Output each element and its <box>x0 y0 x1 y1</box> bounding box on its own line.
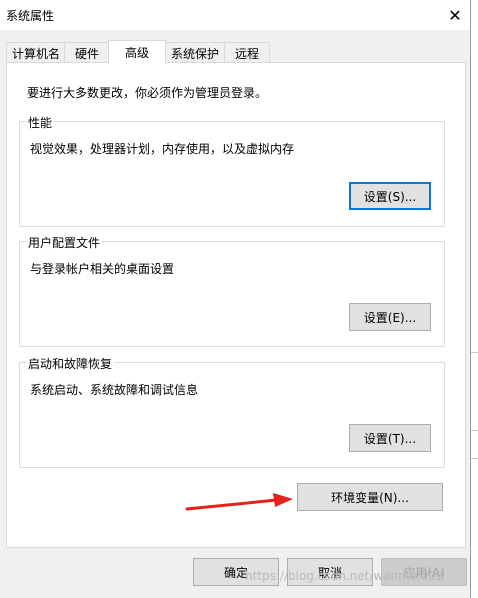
user-profiles-settings-button[interactable]: 设置(E)... <box>349 303 431 331</box>
red-arrow-annotation <box>185 493 293 511</box>
advanced-panel: 要进行大多数更改，你必须作为管理员登录。 性能 视觉效果，处理器计划，内存使用，… <box>6 62 466 548</box>
window-title: 系统属性 <box>6 9 55 23</box>
arrow-head <box>273 493 293 507</box>
watermark-text: https://blog.csdn.net/wanmei002 <box>245 569 444 583</box>
user-profiles-label: 用户配置文件 <box>26 234 103 251</box>
environment-variables-button[interactable]: 环境变量(N)... <box>297 483 443 511</box>
performance-settings-button[interactable]: 设置(S)... <box>349 182 431 210</box>
arrow-shaft <box>185 498 279 511</box>
performance-description: 视觉效果，处理器计划，内存使用，以及虚拟内存 <box>30 142 295 156</box>
user-profiles-group: 用户配置文件 与登录帐户相关的桌面设置 设置(E)... <box>19 234 445 347</box>
startup-recovery-label: 启动和故障恢复 <box>26 355 115 372</box>
tab-remote[interactable]: 远程 <box>224 42 270 63</box>
performance-label: 性能 <box>26 114 55 131</box>
admin-notice: 要进行大多数更改，你必须作为管理员登录。 <box>27 86 268 100</box>
tab-advanced[interactable]: 高级 <box>108 40 166 64</box>
edge-line <box>471 430 478 431</box>
tab-system-protection[interactable]: 系统保护 <box>164 42 226 63</box>
startup-recovery-description: 系统启动、系统故障和调试信息 <box>30 383 199 397</box>
close-icon[interactable]: ✕ <box>440 0 470 30</box>
background-window-edge <box>471 0 478 598</box>
startup-recovery-group: 启动和故障恢复 系统启动、系统故障和调试信息 设置(T)... <box>19 355 445 468</box>
tab-computer-name[interactable]: 计算机名 <box>6 42 66 63</box>
performance-group: 性能 视觉效果，处理器计划，内存使用，以及虚拟内存 设置(S)... <box>19 114 445 227</box>
user-profiles-description: 与登录帐户相关的桌面设置 <box>30 262 175 276</box>
edge-line <box>471 458 478 459</box>
title-bar[interactable]: 系统属性 ✕ <box>0 0 470 30</box>
startup-recovery-settings-button[interactable]: 设置(T)... <box>349 424 431 452</box>
tab-hardware[interactable]: 硬件 <box>64 42 110 63</box>
edge-line <box>471 352 478 353</box>
